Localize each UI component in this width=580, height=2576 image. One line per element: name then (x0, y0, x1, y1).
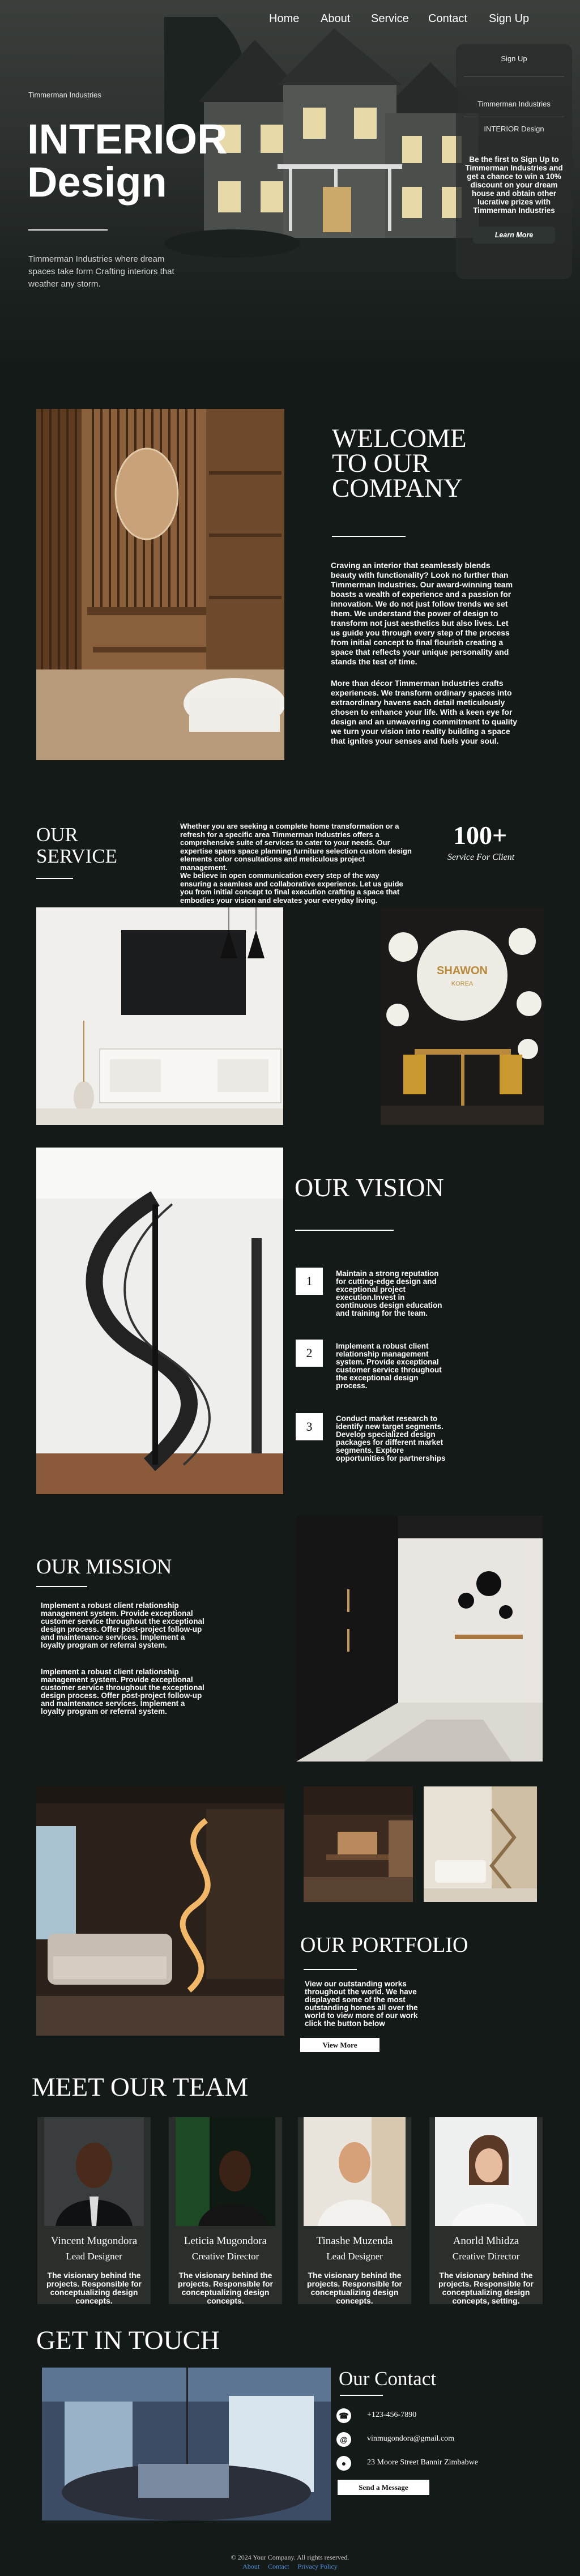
service-title-line1: OUR (36, 824, 78, 846)
hero-title-line2: Design (27, 159, 167, 206)
team-card-2: Leticia Mugondora Creative Director The … (169, 2117, 282, 2305)
contact-divider (340, 2395, 383, 2396)
contact-title: Our Contact (339, 2368, 437, 2390)
team-card-3: Tinashe Muzenda Lead Designer The vision… (298, 2117, 411, 2305)
nav-sign-up[interactable]: Sign Up (489, 12, 529, 25)
hero-title: INTERIOR Design (27, 118, 228, 204)
contact-panorama-image (42, 2368, 331, 2520)
portfolio-divider (304, 1969, 357, 1970)
service-title: OUR SERVICE (36, 824, 117, 867)
portfolio-text: View our outstanding works throughout th… (305, 1980, 418, 2028)
team-member-1-role: Lead Designer (66, 2251, 122, 2262)
welcome-title-line1: WELCOME (332, 424, 467, 453)
vision-item-1-text: Maintain a strong reputation for cutting… (336, 1269, 442, 1317)
welcome-title: WELCOME TO OUR COMPANY (332, 424, 467, 503)
team-card-1: Vincent Mugondora Lead Designer The visi… (37, 2117, 151, 2305)
team-member-1-desc: The visionary behind the projects. Respo… (46, 2271, 142, 2305)
brand-name: Timmerman Industries (28, 91, 101, 99)
hero-section: Home About Service Contact Sign Up Sign … (0, 0, 580, 362)
team-member-2-name: Leticia Mugondora (184, 2235, 267, 2247)
contact-section-title: GET IN TOUCH (36, 2326, 220, 2355)
hero-title-line1: INTERIOR (27, 116, 228, 163)
hero-subtitle: Timmerman Industries where dream spaces … (28, 254, 174, 289)
team-member-3-desc: The visionary behind the projects. Respo… (306, 2271, 403, 2305)
team-member-4-photo (435, 2117, 537, 2226)
vision-item-1-number: 1 (296, 1268, 323, 1295)
view-more-button[interactable]: View More (300, 2038, 379, 2052)
team-member-2-role: Creative Director (191, 2251, 259, 2262)
welcome-title-line2: TO OUR (332, 449, 430, 478)
mission-paragraph-2: Implement a robust client relationship m… (41, 1667, 204, 1716)
service-living-room-image (36, 907, 283, 1125)
welcome-paragraph-2: More than décor Timmerman Industries cra… (331, 679, 518, 745)
service-divider (36, 878, 73, 879)
team-member-4-role: Creative Director (452, 2251, 520, 2262)
team-member-1-name: Vincent Mugondora (50, 2235, 138, 2247)
team-card-4: Anorld Mhidza Creative Director The visi… (429, 2117, 543, 2305)
nav-contact[interactable]: Contact (428, 12, 467, 25)
welcome-title-line3: COMPANY (332, 474, 463, 503)
service-stat-label: Service For Client (447, 852, 515, 862)
location-icon: ● (336, 2456, 351, 2471)
side-panel-company[interactable]: Timmerman Industries (456, 100, 572, 108)
vision-item-2-number: 2 (296, 1340, 323, 1367)
service-sign-interior-image: SHAWON KOREA (381, 907, 544, 1125)
side-panel-interior-design[interactable]: INTERIOR Design (456, 125, 572, 133)
mission-hallway-image (296, 1516, 543, 1762)
welcome-paragraph-1: Craving an interior that seamlessly blen… (331, 561, 513, 666)
vision-divider (295, 1230, 394, 1231)
portfolio-title: OUR PORTFOLIO (300, 1933, 468, 1957)
vision-item-2-text: Implement a robust client relationship m… (336, 1342, 442, 1390)
footer-link-about[interactable]: About (242, 2562, 259, 2570)
email-icon: @ (336, 2432, 351, 2447)
footer-links: About Contact Privacy Policy (0, 2562, 580, 2571)
hero-divider (28, 229, 108, 231)
side-panel-divider (464, 76, 564, 77)
vision-title: OUR VISION (295, 1173, 444, 1202)
learn-more-button[interactable]: Learn More (473, 227, 555, 244)
footer-link-privacy[interactable]: Privacy Policy (298, 2562, 338, 2570)
nav-home[interactable]: Home (269, 12, 299, 25)
footer-copyright: © 2024 Your Company. All rights reserved… (231, 2553, 349, 2561)
vision-item-3-number: 3 (296, 1413, 323, 1440)
korea-sign-text: KOREA (451, 980, 474, 987)
vision-item-3-text: Conduct market research to identify new … (336, 1414, 446, 1462)
welcome-divider (332, 536, 406, 537)
mission-paragraph-1: Implement a robust client relationship m… (41, 1601, 204, 1649)
team-member-3-photo (304, 2117, 406, 2226)
shawon-sign-text: SHAWON (437, 965, 488, 977)
nav-about[interactable]: About (321, 12, 350, 25)
service-title-line2: SERVICE (36, 845, 118, 867)
contact-address: 23 Moore Street Bannir Zimbabwe (367, 2458, 478, 2467)
service-stat-value: 100+ (453, 821, 508, 850)
vision-staircase-image (36, 1148, 283, 1494)
portfolio-dining-image (304, 1786, 413, 1902)
side-panel-promo-text: Be the first to Sign Up to Timmerman Ind… (465, 155, 563, 215)
side-panel-sign-up[interactable]: Sign Up (456, 54, 572, 63)
team-member-4-desc: The visionary behind the projects. Respo… (438, 2271, 534, 2305)
team-member-4-name: Anorld Mhidza (453, 2235, 519, 2247)
welcome-bathroom-image (36, 409, 284, 760)
mission-divider (36, 1586, 87, 1587)
team-member-1-photo (44, 2117, 144, 2226)
side-panel: Sign Up Timmerman Industries INTERIOR De… (456, 44, 572, 279)
portfolio-bright-room-image (424, 1786, 537, 1902)
footer-link-contact[interactable]: Contact (268, 2562, 289, 2570)
contact-phone: +123-456-7890 (367, 2411, 417, 2419)
team-member-3-role: Lead Designer (326, 2251, 383, 2262)
team-member-2-photo (176, 2117, 275, 2226)
phone-icon: ☎ (336, 2408, 351, 2423)
mission-title: OUR MISSION (36, 1555, 172, 1579)
team-member-2-desc: The visionary behind the projects. Respo… (177, 2271, 274, 2305)
team-title: MEET OUR TEAM (32, 2072, 249, 2102)
portfolio-lounge-image (36, 1786, 284, 2036)
contact-email: vinmugondora@gmail.com (367, 2434, 455, 2443)
service-text: Whether you are seeking a complete home … (180, 822, 412, 905)
team-member-3-name: Tinashe Muzenda (316, 2235, 393, 2247)
nav-service[interactable]: Service (371, 12, 409, 25)
send-message-button[interactable]: Send a Message (338, 2480, 429, 2495)
